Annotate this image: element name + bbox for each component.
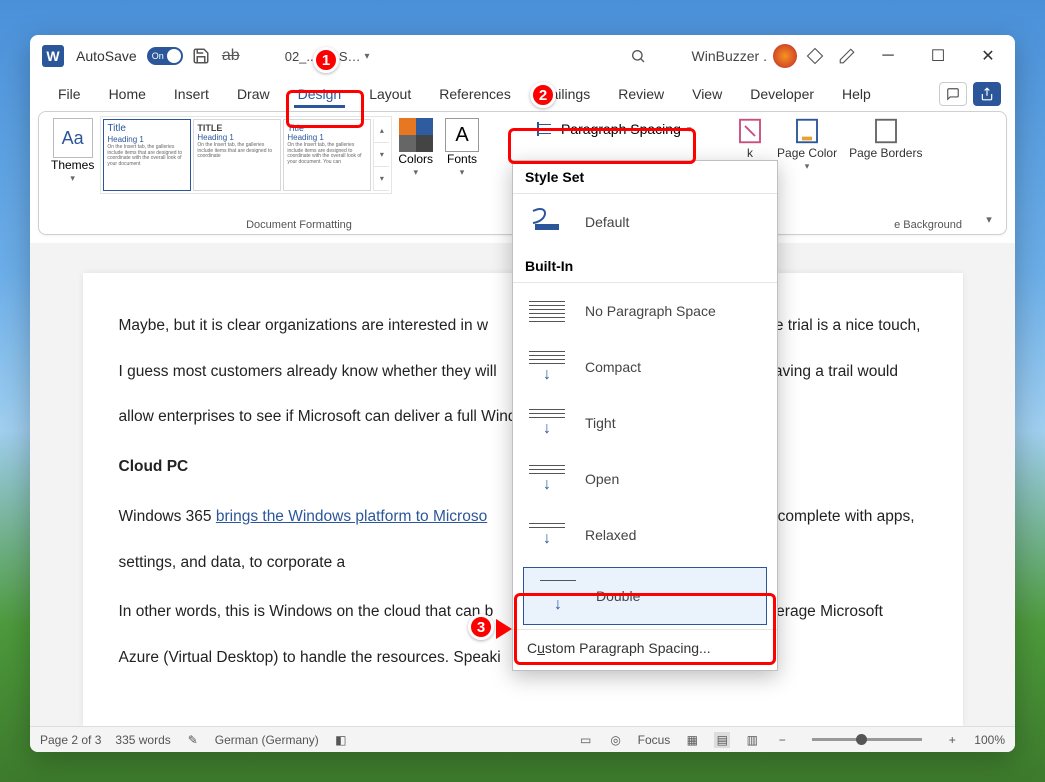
page-borders-button[interactable]: Page Borders <box>849 116 922 172</box>
tab-developer[interactable]: Developer <box>736 80 828 108</box>
web-layout-icon[interactable]: ▥ <box>744 732 760 748</box>
chevron-down-icon: ▾ <box>321 51 326 62</box>
gallery-item[interactable]: TITLE Heading 1 On the Insert tab, the g… <box>193 119 281 191</box>
search-icon[interactable] <box>626 44 650 68</box>
dropdown-section-style-set: Style Set <box>513 161 777 194</box>
tab-references[interactable]: References <box>425 80 525 108</box>
print-layout-icon[interactable]: ▤ <box>714 732 730 748</box>
themes-button[interactable]: Aa Themes ▾ <box>45 116 100 186</box>
double-icon: ↓ <box>538 578 578 614</box>
tight-icon: ↓ <box>527 405 567 441</box>
accessibility-icon[interactable]: ◧ <box>333 732 349 748</box>
word-count[interactable]: 335 words <box>115 733 170 747</box>
titlebar: W AutoSave On ab ↶ 02_... ▾ • S… ▾ WinBu… <box>30 35 1015 77</box>
option-tight[interactable]: ↓ Tight <box>513 395 777 451</box>
page-indicator[interactable]: Page 2 of 3 <box>40 733 101 747</box>
default-spacing-icon <box>527 204 567 240</box>
zoom-out-icon[interactable]: − <box>774 732 790 748</box>
display-settings-icon[interactable]: ▭ <box>578 732 594 748</box>
chevron-down-icon: ▾ <box>365 51 370 62</box>
option-open[interactable]: ↓ Open <box>513 451 777 507</box>
focus-label[interactable]: Focus <box>638 733 671 747</box>
option-compact[interactable]: ↓ Compact <box>513 339 777 395</box>
winbuzzer-logo-icon <box>773 44 797 68</box>
dropdown-section-built-in: Built-In <box>513 250 777 283</box>
strikethrough-icon[interactable]: ab <box>219 44 243 68</box>
maximize-button[interactable]: ☐ <box>917 41 959 71</box>
tab-home[interactable]: Home <box>95 80 160 108</box>
close-button[interactable]: ✕ <box>967 41 1009 71</box>
zoom-slider[interactable] <box>812 738 922 741</box>
paragraph-spacing-button[interactable]: Paragraph Spacing ▾ <box>529 118 699 140</box>
gallery-item[interactable]: Title Heading 1 On the Insert tab, the g… <box>103 119 191 191</box>
style-gallery[interactable]: Title Heading 1 On the Insert tab, the g… <box>100 116 392 194</box>
minimize-button[interactable]: ─ <box>867 41 909 71</box>
tab-mailings[interactable]: Mailings <box>525 80 604 108</box>
scroll-up-icon[interactable]: ▴ <box>374 119 389 143</box>
paragraph-spacing-icon <box>537 122 555 136</box>
compact-icon: ↓ <box>527 349 567 385</box>
ribbon-collapse-icon[interactable]: ▾ <box>980 210 998 228</box>
gallery-expand-icon[interactable]: ▾ <box>374 167 389 191</box>
tab-view[interactable]: View <box>678 80 736 108</box>
diamond-icon[interactable] <box>803 44 827 68</box>
open-icon: ↓ <box>527 461 567 497</box>
chevron-down-icon: ▾ <box>413 167 418 178</box>
option-default[interactable]: Default <box>513 194 777 250</box>
statusbar: Page 2 of 3 335 words ✎ German (Germany)… <box>30 726 1015 752</box>
no-space-icon <box>527 293 567 329</box>
chevron-down-icon: ▾ <box>70 173 75 184</box>
tab-design[interactable]: Design <box>284 80 356 108</box>
scroll-down-icon[interactable]: ▾ <box>374 143 389 167</box>
ribbon-tabs: File Home Insert Draw Design Layout Refe… <box>30 77 1015 111</box>
tab-layout[interactable]: Layout <box>355 80 425 108</box>
themes-icon: Aa <box>53 118 93 158</box>
paragraph-spacing-dropdown: Style Set Default Built-In No Paragraph … <box>512 160 778 671</box>
fonts-button[interactable]: A Fonts ▾ <box>439 116 485 180</box>
chevron-down-icon: ▾ <box>805 161 810 172</box>
pen-icon[interactable] <box>835 44 859 68</box>
word-app-icon: W <box>42 45 64 67</box>
tab-draw[interactable]: Draw <box>223 80 284 108</box>
windows-365-link[interactable]: brings the Windows platform to Microso <box>216 508 487 525</box>
language-indicator[interactable]: German (Germany) <box>215 733 319 747</box>
comments-button[interactable] <box>939 82 967 106</box>
brand-text: WinBuzzer . <box>692 48 767 64</box>
option-custom-paragraph-spacing[interactable]: Custom Paragraph Spacing... <box>513 629 777 666</box>
focus-icon[interactable]: ◎ <box>608 732 624 748</box>
save-icon[interactable] <box>189 44 213 68</box>
relaxed-icon: ↓ <box>527 517 567 553</box>
tab-file[interactable]: File <box>44 80 95 108</box>
colors-icon <box>399 118 433 152</box>
share-button[interactable] <box>973 82 1001 106</box>
option-relaxed[interactable]: ↓ Relaxed <box>513 507 777 563</box>
chevron-down-icon: ▾ <box>460 167 465 178</box>
read-mode-icon[interactable]: ▦ <box>684 732 700 748</box>
tab-insert[interactable]: Insert <box>160 80 223 108</box>
fonts-icon: A <box>445 118 479 152</box>
chevron-down-icon: ▾ <box>687 124 692 135</box>
gallery-scroll[interactable]: ▴ ▾ ▾ <box>373 119 389 191</box>
tab-review[interactable]: Review <box>604 80 678 108</box>
colors-button[interactable]: Colors ▾ <box>392 116 439 180</box>
gallery-item[interactable]: Title Heading 1 On the Insert tab, the g… <box>283 119 371 191</box>
autosave-label: AutoSave <box>76 48 137 64</box>
zoom-in-icon[interactable]: + <box>944 732 960 748</box>
option-double[interactable]: ↓ Double <box>523 567 767 625</box>
document-name-combo[interactable]: 02_... ▾ • S… ▾ <box>285 49 370 64</box>
zoom-level[interactable]: 100% <box>974 733 1005 747</box>
group-label-document-formatting: Document Formatting <box>149 219 449 231</box>
page-color-button[interactable]: Page Color ▾ <box>777 116 837 172</box>
tab-help[interactable]: Help <box>828 80 885 108</box>
group-label-page-background: e Background <box>894 219 962 231</box>
option-no-paragraph-space[interactable]: No Paragraph Space <box>513 283 777 339</box>
autosave-toggle[interactable]: On <box>147 47 183 65</box>
spellcheck-icon[interactable]: ✎ <box>185 732 201 748</box>
